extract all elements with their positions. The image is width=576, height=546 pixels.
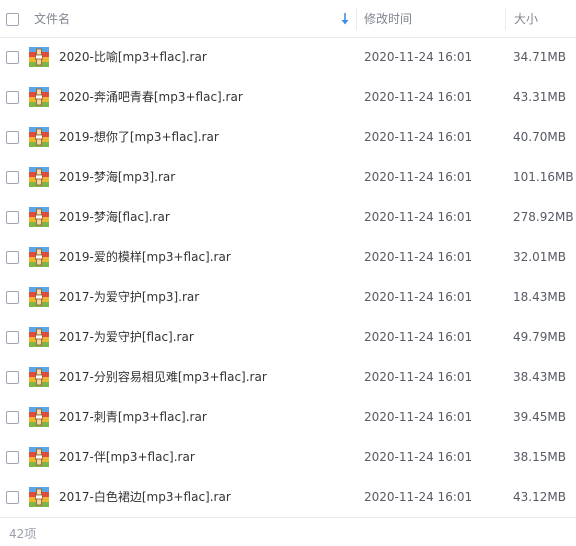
row-checkbox[interactable] [6, 171, 19, 184]
rar-archive-icon [29, 207, 49, 227]
row-checkbox[interactable] [6, 131, 19, 144]
row-checkbox[interactable] [6, 91, 19, 104]
row-checkbox[interactable] [6, 251, 19, 264]
file-modified: 2020-11-24 16:01 [364, 50, 473, 64]
row-checkbox[interactable] [6, 211, 19, 224]
file-row[interactable]: 2017-为爱守护[flac].rar 2020-11-24 16:01 49.… [0, 317, 576, 357]
file-size: 49.79MB [513, 330, 566, 344]
column-divider[interactable] [505, 8, 506, 30]
rar-archive-icon [29, 487, 49, 507]
file-name[interactable]: 2017-伴[mp3+flac].rar [59, 437, 195, 477]
rar-archive-icon [29, 167, 49, 187]
file-size: 38.15MB [513, 450, 566, 464]
row-checkbox[interactable] [6, 331, 19, 344]
column-divider[interactable] [356, 8, 357, 30]
file-size: 34.71MB [513, 50, 566, 64]
file-modified: 2020-11-24 16:01 [364, 130, 473, 144]
rar-archive-icon [29, 287, 49, 307]
file-size: 43.31MB [513, 90, 566, 104]
column-header: 文件名 修改时间 大小 [0, 0, 576, 38]
file-name[interactable]: 2019-想你了[mp3+flac].rar [59, 117, 219, 157]
file-name[interactable]: 2017-刺青[mp3+flac].rar [59, 397, 207, 437]
column-header-modified[interactable]: 修改时间 [364, 0, 412, 38]
file-name[interactable]: 2019-爱的模样[mp3+flac].rar [59, 237, 231, 277]
row-checkbox[interactable] [6, 51, 19, 64]
file-row[interactable]: 2020-奔涌吧青春[mp3+flac].rar 2020-11-24 16:0… [0, 77, 576, 117]
file-modified: 2020-11-24 16:01 [364, 90, 473, 104]
file-modified: 2020-11-24 16:01 [364, 250, 473, 264]
file-row[interactable]: 2017-为爱守护[mp3].rar 2020-11-24 16:01 18.4… [0, 277, 576, 317]
file-name[interactable]: 2017-为爱守护[flac].rar [59, 317, 194, 357]
row-checkbox[interactable] [6, 491, 19, 504]
file-modified: 2020-11-24 16:01 [364, 410, 473, 424]
file-size: 38.43MB [513, 370, 566, 384]
rar-archive-icon [29, 407, 49, 427]
file-row[interactable]: 2020-比喻[mp3+flac].rar 2020-11-24 16:01 3… [0, 37, 576, 77]
item-count: 42项 [9, 527, 37, 541]
file-size: 101.16MB [513, 170, 574, 184]
file-size: 18.43MB [513, 290, 566, 304]
file-name[interactable]: 2020-比喻[mp3+flac].rar [59, 37, 207, 77]
file-modified: 2020-11-24 16:01 [364, 170, 473, 184]
file-row[interactable]: 2017-分别容易相见难[mp3+flac].rar 2020-11-24 16… [0, 357, 576, 397]
file-name[interactable]: 2017-为爱守护[mp3].rar [59, 277, 199, 317]
row-checkbox[interactable] [6, 291, 19, 304]
rar-archive-icon [29, 327, 49, 347]
rar-archive-icon [29, 87, 49, 107]
file-modified: 2020-11-24 16:01 [364, 450, 473, 464]
select-all-checkbox[interactable] [6, 13, 19, 26]
file-name[interactable]: 2019-梦海[flac].rar [59, 197, 170, 237]
file-size: 39.45MB [513, 410, 566, 424]
file-row[interactable]: 2017-白色裙边[mp3+flac].rar 2020-11-24 16:01… [0, 477, 576, 517]
file-row[interactable]: 2019-爱的模样[mp3+flac].rar 2020-11-24 16:01… [0, 237, 576, 277]
row-checkbox[interactable] [6, 411, 19, 424]
status-bar: 42项 [0, 517, 576, 546]
file-row[interactable]: 2017-伴[mp3+flac].rar 2020-11-24 16:01 38… [0, 437, 576, 477]
file-name[interactable]: 2017-白色裙边[mp3+flac].rar [59, 477, 231, 517]
column-header-name[interactable]: 文件名 [34, 0, 70, 38]
file-modified: 2020-11-24 16:01 [364, 290, 473, 304]
file-size: 40.70MB [513, 130, 566, 144]
file-row[interactable]: 2019-梦海[flac].rar 2020-11-24 16:01 278.9… [0, 197, 576, 237]
file-modified: 2020-11-24 16:01 [364, 370, 473, 384]
column-header-size[interactable]: 大小 [514, 0, 538, 38]
row-checkbox[interactable] [6, 451, 19, 464]
file-name[interactable]: 2020-奔涌吧青春[mp3+flac].rar [59, 77, 243, 117]
rar-archive-icon [29, 47, 49, 67]
rar-archive-icon [29, 127, 49, 147]
rar-archive-icon [29, 247, 49, 267]
sort-down-arrow-icon[interactable] [340, 12, 350, 26]
file-size: 43.12MB [513, 490, 566, 504]
file-name[interactable]: 2019-梦海[mp3].rar [59, 157, 175, 197]
row-checkbox[interactable] [6, 371, 19, 384]
file-row[interactable]: 2019-梦海[mp3].rar 2020-11-24 16:01 101.16… [0, 157, 576, 197]
file-name[interactable]: 2017-分别容易相见难[mp3+flac].rar [59, 357, 267, 397]
rar-archive-icon [29, 367, 49, 387]
file-modified: 2020-11-24 16:01 [364, 330, 473, 344]
file-size: 32.01MB [513, 250, 566, 264]
file-row[interactable]: 2019-想你了[mp3+flac].rar 2020-11-24 16:01 … [0, 117, 576, 157]
rar-archive-icon [29, 447, 49, 467]
file-modified: 2020-11-24 16:01 [364, 490, 473, 504]
file-size: 278.92MB [513, 210, 574, 224]
file-row[interactable]: 2017-刺青[mp3+flac].rar 2020-11-24 16:01 3… [0, 397, 576, 437]
file-modified: 2020-11-24 16:01 [364, 210, 473, 224]
